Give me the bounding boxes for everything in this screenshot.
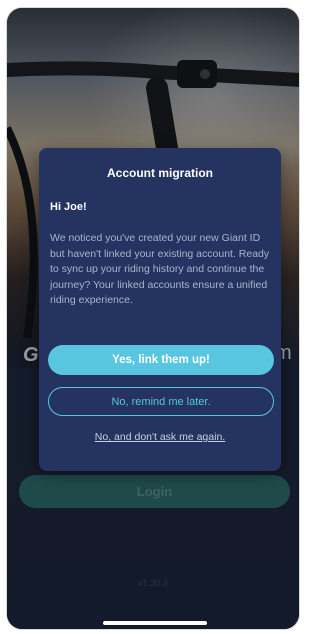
dialog-title: Account migration (106, 166, 213, 180)
phone-screen: G m Login v1.30.3 Account migration Hi J… (6, 7, 300, 630)
dont-ask-again-link[interactable]: No, and don't ask me again. (39, 431, 281, 443)
remind-later-button[interactable]: No, remind me later. (48, 387, 274, 416)
account-migration-dialog: Account migration Hi Joe! We noticed you… (39, 148, 281, 471)
home-indicator[interactable] (103, 621, 207, 625)
dialog-message: We noticed you've created your new Giant… (50, 232, 270, 306)
link-accounts-button[interactable]: Yes, link them up! (48, 345, 274, 375)
dialog-greeting: Hi Joe! (50, 201, 87, 213)
